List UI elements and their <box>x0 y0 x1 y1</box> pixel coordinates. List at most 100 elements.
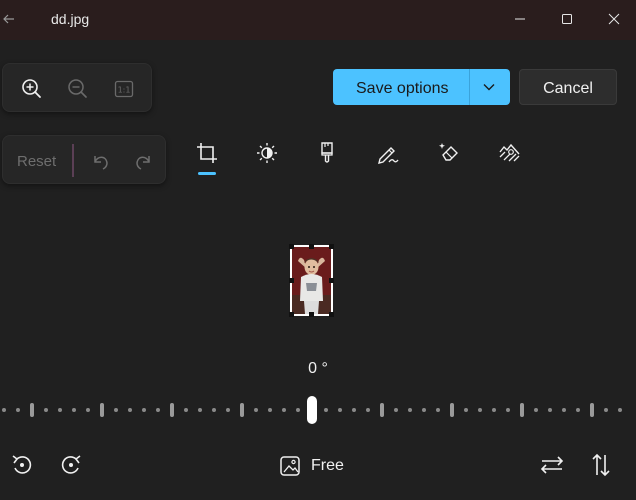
history-panel: Reset <box>2 135 166 184</box>
ruler-major-tick <box>30 403 34 417</box>
actual-size-button[interactable]: 1:1 <box>108 74 140 104</box>
crop-handle-bottom[interactable] <box>309 312 314 317</box>
zoom-panel: 1:1 <box>2 63 152 112</box>
reset-button[interactable]: Reset <box>17 153 56 170</box>
pen-icon <box>378 147 399 164</box>
divider <box>72 144 74 177</box>
crop-handle-left[interactable] <box>289 278 294 283</box>
crop-handle-top-left[interactable] <box>289 244 294 249</box>
ruler-major-tick <box>590 403 594 417</box>
straighten-angle: 0 ° <box>308 360 328 377</box>
rotate-left-button[interactable] <box>8 451 36 479</box>
ruler-major-tick <box>380 403 384 417</box>
ruler-minor-tick <box>44 408 48 412</box>
ruler-minor-tick <box>254 408 258 412</box>
ruler-minor-tick <box>366 408 370 412</box>
flip-horizontal-button[interactable] <box>538 451 566 479</box>
zoom-out-button[interactable] <box>62 74 94 104</box>
crop-handle-top[interactable] <box>309 244 314 249</box>
tool-crop[interactable] <box>194 140 220 166</box>
ruler-minor-tick <box>268 408 272 412</box>
ruler-minor-tick <box>562 408 566 412</box>
background-blur-icon <box>499 143 520 162</box>
save-options-button[interactable]: Save options <box>333 69 510 105</box>
cancel-button[interactable]: Cancel <box>519 69 617 105</box>
maximize-button[interactable] <box>547 6 587 32</box>
ruler-major-tick <box>240 403 244 417</box>
ruler-minor-tick <box>282 408 286 412</box>
ruler-minor-tick <box>604 408 608 412</box>
maximize-icon <box>562 14 572 24</box>
ruler-minor-tick <box>576 408 580 412</box>
ruler-minor-tick <box>86 408 90 412</box>
undo-button[interactable] <box>87 148 113 174</box>
zoom-in-icon <box>22 79 41 98</box>
flip-horizontal-icon <box>540 456 564 474</box>
straighten-slider[interactable] <box>0 393 636 427</box>
actual-size-label: 1:1 <box>118 86 131 95</box>
ruler-major-tick <box>170 403 174 417</box>
ruler-major-tick <box>100 403 104 417</box>
tool-filter[interactable] <box>314 140 340 166</box>
save-options-dropdown[interactable] <box>481 79 497 95</box>
ruler-minor-tick <box>198 408 202 412</box>
ruler-minor-tick <box>142 408 146 412</box>
save-options-label: Save options <box>356 80 449 97</box>
back-button[interactable] <box>0 6 22 32</box>
title-bar: dd.jpg <box>0 0 636 40</box>
minimize-button[interactable] <box>500 6 540 32</box>
zoom-out-icon <box>68 79 87 98</box>
tool-erase[interactable] <box>436 140 462 166</box>
rotate-right-button[interactable] <box>57 451 85 479</box>
ruler-minor-tick <box>324 408 328 412</box>
crop-handle-right[interactable] <box>329 278 334 283</box>
zoom-in-button[interactable] <box>16 74 48 104</box>
minimize-icon <box>515 18 525 20</box>
tool-background[interactable] <box>497 140 523 166</box>
ruler-minor-tick <box>436 408 440 412</box>
redo-icon <box>136 156 150 170</box>
ruler-minor-tick <box>226 408 230 412</box>
chevron-down-icon <box>483 84 495 91</box>
tool-adjustment[interactable] <box>254 140 280 166</box>
aspect-ratio-button[interactable]: Free <box>276 451 351 479</box>
ruler-minor-tick <box>534 408 538 412</box>
brightness-icon <box>257 143 277 163</box>
ruler-minor-tick <box>296 408 300 412</box>
close-icon <box>608 13 620 25</box>
ruler-minor-tick <box>156 408 160 412</box>
ruler-minor-tick <box>2 408 6 412</box>
ruler-minor-tick <box>408 408 412 412</box>
rotate-right-icon <box>61 455 81 474</box>
ruler-minor-tick <box>548 408 552 412</box>
selected-tool-indicator <box>198 172 216 175</box>
brush-icon <box>321 142 333 163</box>
ruler-major-tick <box>450 403 454 417</box>
crop-frame[interactable] <box>289 244 334 317</box>
ruler-minor-tick <box>422 408 426 412</box>
crop-icon <box>197 143 217 163</box>
undo-icon <box>94 156 108 170</box>
redo-button[interactable] <box>131 148 157 174</box>
flip-vertical-icon <box>592 453 610 477</box>
ruler-minor-tick <box>128 408 132 412</box>
ruler-minor-tick <box>184 408 188 412</box>
ruler-minor-tick <box>212 408 216 412</box>
ruler-minor-tick <box>394 408 398 412</box>
tool-markup[interactable] <box>375 140 401 166</box>
arrow-left-icon <box>3 14 14 24</box>
save-split-divider <box>469 69 470 105</box>
flip-vertical-button[interactable] <box>587 451 615 479</box>
ruler-minor-tick <box>72 408 76 412</box>
ruler-minor-tick <box>506 408 510 412</box>
ruler-major-tick <box>520 403 524 417</box>
ruler-minor-tick <box>492 408 496 412</box>
close-button[interactable] <box>594 6 634 32</box>
aspect-ratio-label: Free <box>311 457 344 474</box>
crop-handle-top-right[interactable] <box>329 244 334 249</box>
straighten-thumb[interactable] <box>307 396 317 424</box>
rotate-left-icon <box>12 455 32 474</box>
crop-handle-bottom-left[interactable] <box>289 312 294 317</box>
crop-handle-bottom-right[interactable] <box>329 312 334 317</box>
window-title: dd.jpg <box>51 11 90 27</box>
